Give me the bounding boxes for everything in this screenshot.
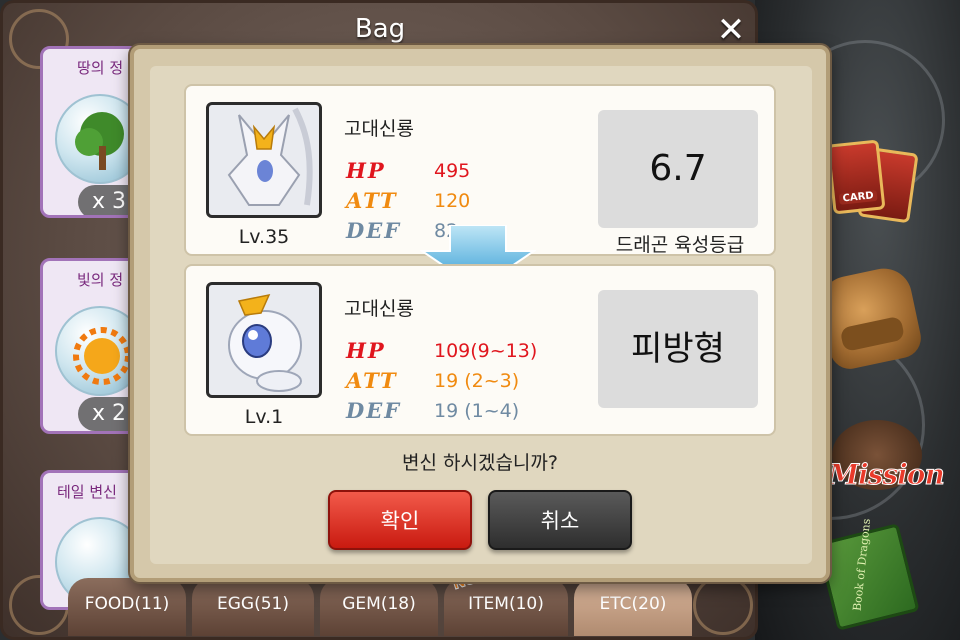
baby-dragon-portrait xyxy=(206,282,322,398)
current-att: 120 xyxy=(434,190,471,212)
current-level: Lv.35 xyxy=(238,226,290,248)
mission-button[interactable]: Mission xyxy=(808,410,960,500)
card-label: CARD xyxy=(838,189,878,205)
tab-egg[interactable]: EGG(51) xyxy=(192,578,314,636)
confirm-question: 변신 하시겠습니까? xyxy=(402,452,558,474)
bag-title: Bag xyxy=(354,14,406,44)
hp-label: HP xyxy=(346,158,386,183)
current-dragon-name: 고대신룡 xyxy=(344,118,414,140)
cancel-button[interactable]: 취소 xyxy=(488,490,632,550)
after-def: 19 (1~4) xyxy=(434,400,520,422)
def-label: DEF xyxy=(346,398,402,423)
current-hp: 495 xyxy=(434,160,471,182)
after-level: Lv.1 xyxy=(244,406,284,428)
tab-gem[interactable]: GEM(18) xyxy=(320,578,438,636)
after-hp: 109(9~13) xyxy=(434,340,538,362)
confirm-button[interactable]: 확인 xyxy=(328,490,472,550)
corner-ornament xyxy=(693,575,753,635)
hp-label: HP xyxy=(346,338,386,363)
att-label: ATT xyxy=(346,188,398,213)
dragon-icon xyxy=(227,107,313,206)
baby-dragon-icon xyxy=(228,293,302,392)
after-dragon-name: 고대신룡 xyxy=(344,298,414,320)
ancient-dragon-portrait xyxy=(206,102,322,218)
card-icon: CARD xyxy=(826,139,886,215)
grade-caption: 드래곤 육성등급 xyxy=(615,234,745,256)
def-label: DEF xyxy=(346,218,402,243)
tab-food[interactable]: FOOD(11) xyxy=(68,578,186,636)
att-label: ATT xyxy=(346,368,398,393)
grade-value-box: 6.7 xyxy=(598,110,758,228)
dragon-type-box: 피방형 xyxy=(598,290,758,408)
after-dragon-panel: Lv.1 고대신룡 HP 109(9~13) ATT 19 (2~3) DEF … xyxy=(184,264,776,436)
tab-etc[interactable]: ETC(20) xyxy=(574,578,692,636)
mission-label: Mission xyxy=(828,458,946,492)
after-att: 19 (2~3) xyxy=(434,370,520,392)
